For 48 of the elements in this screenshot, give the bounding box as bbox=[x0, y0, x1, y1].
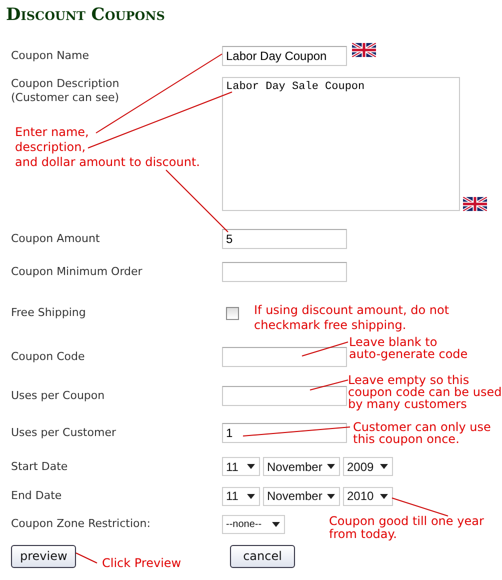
field-label: Coupon Code bbox=[11, 350, 86, 364]
dropdown[interactable]: 2010 bbox=[343, 486, 393, 506]
input-field[interactable] bbox=[222, 347, 347, 367]
field-label: Coupon Minimum Order bbox=[11, 265, 144, 279]
annotation: Coupon good till one year from today. bbox=[329, 515, 484, 541]
input-field[interactable] bbox=[222, 262, 347, 282]
dropdown[interactable]: --none-- bbox=[222, 514, 285, 534]
checkbox[interactable] bbox=[226, 306, 239, 320]
caret-icon bbox=[380, 464, 388, 469]
dropdown[interactable]: November bbox=[263, 457, 340, 476]
input-field[interactable]: 5 bbox=[222, 228, 347, 248]
field-label: End Date bbox=[11, 489, 63, 503]
annotation: Leave blank to auto-generate code bbox=[349, 336, 468, 360]
field-label: Coupon Name bbox=[11, 49, 90, 63]
input-field[interactable] bbox=[222, 386, 347, 406]
caret-icon bbox=[327, 494, 335, 498]
page-title: Discount Coupons bbox=[6, 5, 165, 25]
field-label: Start Date bbox=[11, 460, 69, 474]
text-area[interactable]: Labor Day Sale Coupon bbox=[222, 77, 460, 211]
leader-line bbox=[76, 552, 98, 564]
dropdown[interactable]: November bbox=[263, 486, 340, 506]
caret-icon bbox=[247, 494, 255, 498]
input-field[interactable]: Labor Day Coupon bbox=[222, 46, 347, 66]
dropdown[interactable]: 11 bbox=[222, 486, 260, 506]
annotation: If using discount amount, do not checkmark free shipping. bbox=[254, 303, 450, 333]
leader-line bbox=[166, 170, 228, 232]
caret-icon bbox=[380, 494, 388, 498]
leader-line bbox=[310, 380, 348, 390]
annotation: Enter name, description, and dollar amount to discount. bbox=[15, 125, 200, 170]
annotation: Customer can only use this coupon once. bbox=[353, 421, 491, 445]
caret-icon bbox=[247, 464, 255, 469]
field-label: Coupon Amount bbox=[11, 232, 101, 246]
field-label: Coupon Description (Customer can see) bbox=[11, 77, 120, 105]
dropdown[interactable]: 11 bbox=[222, 457, 260, 476]
annotation: Leave empty so this coupon code can be used by many customers bbox=[348, 374, 502, 410]
annotation: Click Preview bbox=[102, 556, 182, 571]
cancel-button[interactable]: cancel bbox=[230, 544, 295, 568]
field-label: Coupon Zone Restriction: bbox=[11, 517, 152, 531]
field-label: Free Shipping bbox=[11, 306, 87, 320]
leader-line bbox=[392, 498, 448, 516]
dropdown[interactable]: 2009 bbox=[343, 457, 393, 476]
field-label: Uses per Customer bbox=[11, 426, 117, 440]
input-field[interactable]: 1 bbox=[222, 423, 347, 443]
field-label: Uses per Coupon bbox=[11, 389, 106, 403]
preview-button[interactable]: preview bbox=[11, 544, 76, 568]
caret-icon bbox=[272, 522, 280, 526]
leader-line bbox=[302, 342, 348, 356]
caret-icon bbox=[327, 464, 335, 469]
